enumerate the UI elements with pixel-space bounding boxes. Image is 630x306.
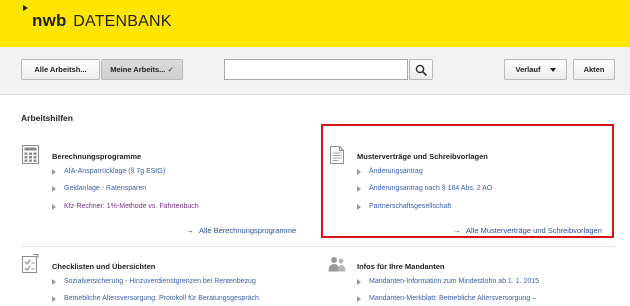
list-item-label: AfA-Ansparrücklage (§ 7g EStG) xyxy=(64,168,166,175)
logo-brand: nwb xyxy=(32,11,67,30)
arrow-right-icon: → xyxy=(453,226,461,235)
list-item[interactable]: Betriebliche Altersversorgung: Protokoll… xyxy=(52,295,259,302)
checklist-icon xyxy=(22,254,39,273)
bullet-icon xyxy=(357,185,361,192)
section-title: Arbeitshilfen xyxy=(21,113,73,123)
list-item-label: Sozialversicherung - Hinzuverdienstgrenz… xyxy=(64,278,256,285)
all-templates-link[interactable]: → Alle Musterverträge und Schreibvorlage… xyxy=(453,226,602,235)
divider xyxy=(21,246,614,247)
list-item-label: Geldanlage - Ratensparen xyxy=(64,185,147,192)
panel-heading-mandanten: Infos für Ihre Mandanten xyxy=(357,262,445,271)
list-item-label: Betriebliche Altersversorgung: Protokoll… xyxy=(64,295,259,302)
all-templates-label: Alle Musterverträge und Schreibvorlagen xyxy=(466,226,602,235)
bullet-icon xyxy=(357,278,361,285)
history-dropdown[interactable]: Verlauf xyxy=(504,59,567,80)
calculator-icon xyxy=(22,145,39,164)
list-item[interactable]: Mandanten-Information zum Mindestlohn ab… xyxy=(357,278,539,285)
list-item-label: Mandanten-Information zum Mindestlohn ab… xyxy=(369,278,540,285)
list-item-label: Änderungsantrag xyxy=(369,168,423,175)
document-icon xyxy=(330,146,344,164)
files-button[interactable]: Akten xyxy=(573,59,615,80)
list-item[interactable]: Sozialversicherung - Hinzuverdienstgrenz… xyxy=(52,278,256,285)
list-item[interactable]: AfA-Ansparrücklage (§ 7g EStG) xyxy=(52,168,165,175)
list-item[interactable]: Partnerschaftsgesellschaft xyxy=(357,203,451,210)
list-item-label: Änderungsantrag nach § 164 Abs. 2 AO xyxy=(369,185,493,192)
all-calculators-link[interactable]: → Alle Berechnungsprogramme xyxy=(186,226,296,235)
bullet-icon xyxy=(357,168,361,175)
highlight-box xyxy=(321,124,614,238)
panel-heading-berechnungsprogramme: Berechnungsprogramme xyxy=(52,152,142,161)
arrow-right-icon: → xyxy=(186,226,194,235)
people-icon xyxy=(328,257,346,272)
app-header: nwb DATENBANK xyxy=(0,0,630,47)
list-item[interactable]: Kfz-Rechner: 1%-Methode vs. Fahrtenbuch xyxy=(52,203,199,210)
bullet-icon xyxy=(357,203,361,210)
history-label: Verlauf xyxy=(515,65,541,74)
list-item[interactable]: Änderungsantrag xyxy=(357,168,423,175)
list-item-label: Partnerschaftsgesellschaft xyxy=(369,203,452,210)
bullet-icon xyxy=(357,295,361,302)
logo-product: DATENBANK xyxy=(73,13,172,30)
bullet-icon xyxy=(52,185,56,192)
list-item-label: Mandanten-Merkblatt: Betriebliche Alters… xyxy=(369,295,536,302)
search-input[interactable] xyxy=(224,59,408,80)
bullet-icon xyxy=(52,278,56,285)
my-tools-button[interactable]: Meine Arbeits... ✓ xyxy=(101,59,183,80)
bullet-icon xyxy=(52,295,56,302)
list-item[interactable]: Geldanlage - Ratensparen xyxy=(52,185,146,192)
bullet-icon xyxy=(52,168,56,175)
list-item[interactable]: Änderungsantrag nach § 164 Abs. 2 AO xyxy=(357,185,492,192)
toolbar: Alle Arbeitsh... Meine Arbeits... ✓ Verl… xyxy=(0,47,630,95)
app-logo[interactable]: nwb DATENBANK xyxy=(32,11,172,31)
list-item-label: Kfz-Rechner: 1%-Methode vs. Fahrtenbuch xyxy=(64,203,199,210)
magnifier-icon xyxy=(415,64,427,76)
chevron-down-icon xyxy=(549,67,556,72)
all-tools-button[interactable]: Alle Arbeitsh... xyxy=(21,59,100,80)
panel-heading-mustervertraege: Musterverträge und Schreibvorlagen xyxy=(357,152,488,161)
bullet-icon xyxy=(52,203,56,210)
list-item[interactable]: Mandanten-Merkblatt: Betriebliche Alters… xyxy=(357,295,536,302)
all-calculators-label: Alle Berechnungsprogramme xyxy=(199,226,297,235)
panel-heading-checklisten: Checklisten und Übersichten xyxy=(52,262,156,271)
play-triangle-icon xyxy=(23,5,28,11)
search-button[interactable] xyxy=(409,59,433,80)
